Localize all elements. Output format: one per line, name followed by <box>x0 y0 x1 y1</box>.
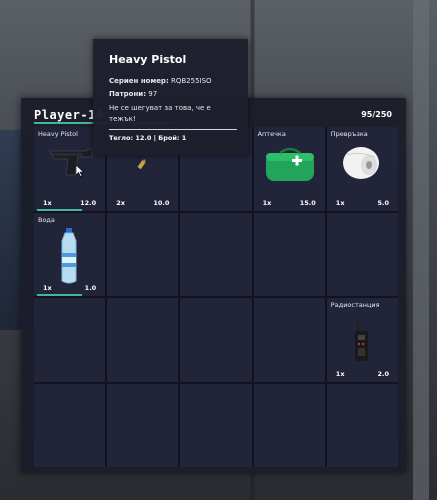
slot-weight: 2.0 <box>377 369 389 378</box>
tooltip-serial: Сериен номер: RQB255ISO <box>109 77 212 85</box>
inventory-slot-empty[interactable] <box>180 212 252 296</box>
inventory-slot-empty[interactable] <box>34 383 106 467</box>
radio-icon <box>354 322 368 361</box>
inventory-slot-empty[interactable] <box>180 383 252 467</box>
tooltip-ammo-value: 97 <box>148 90 158 98</box>
slot-weight: 15.0 <box>299 198 316 207</box>
slot-count: 2x <box>116 198 125 207</box>
tooltip-serial-value: RQB255ISO <box>170 77 212 85</box>
tooltip-ammo-label: Патрони: <box>109 90 146 98</box>
slot-durability-bar <box>37 208 82 211</box>
tooltip-serial-label: Сериен номер: <box>109 77 169 85</box>
water-bottle-icon <box>61 227 77 283</box>
slot-label: Вода <box>38 215 55 224</box>
pistol-icon <box>49 148 93 176</box>
tooltip-divider <box>109 129 237 130</box>
medkit-icon <box>265 147 314 181</box>
slot-count: 1x <box>43 284 52 292</box>
slot-weight: 12.0 <box>80 198 97 207</box>
tooltip-title: Heavy Pistol <box>109 53 187 66</box>
mouse-cursor-icon <box>76 165 84 177</box>
slot-count: 1x <box>43 198 52 207</box>
inventory-slot-empty[interactable] <box>253 212 325 296</box>
slot-weight: 1.0 <box>84 284 97 292</box>
inventory-slot-empty[interactable] <box>180 298 252 382</box>
slot-weight: 10.0 <box>153 198 170 207</box>
inventory-slot-medkit[interactable]: Аптечка 1x 15.0 <box>253 127 325 211</box>
slot-count: 1x <box>335 369 345 378</box>
bullet-icon <box>137 159 146 170</box>
inventory-slot-bandage[interactable]: Превръзка 1x 5.0 <box>326 127 398 211</box>
inventory-slot-radio[interactable]: Радиостанция 1x 2.0 <box>326 298 398 382</box>
inventory-slot-empty[interactable] <box>253 298 325 382</box>
slot-count: 1x <box>335 198 345 207</box>
inventory-slot-empty[interactable] <box>326 383 398 467</box>
tooltip-description: Не се шегуват за това, че е тежък! <box>109 104 211 123</box>
inventory-slot-empty[interactable] <box>34 298 106 382</box>
slot-weight: 5.0 <box>377 198 389 207</box>
bandage-icon <box>342 147 379 179</box>
item-tooltip: Heavy Pistol Сериен номер: RQB255ISO Пат… <box>93 39 248 155</box>
background-pole <box>413 0 429 500</box>
tooltip-footer: Тегло: 12.0 | Брой: 1 <box>109 134 187 142</box>
inventory-slot-empty[interactable] <box>107 383 179 467</box>
slot-label: Превръзка <box>330 130 368 138</box>
inventory-capacity: 95/250 <box>361 110 392 119</box>
slot-label: Аптечка <box>257 130 286 138</box>
tooltip-ammo: Патрони: 97 <box>109 90 157 98</box>
slot-count: 1x <box>262 198 272 207</box>
slot-label: Heavy Pistol <box>38 130 78 138</box>
slot-durability-bar <box>37 294 82 296</box>
inventory-grid: Heavy Pistol 1x 12.0 2x 10.0 Аптечка 1x … <box>34 127 398 467</box>
inventory-slot-empty[interactable] <box>107 212 179 296</box>
inventory-slot-empty[interactable] <box>253 383 325 467</box>
inventory-slot-empty[interactable] <box>107 298 179 382</box>
inventory-slot-empty[interactable] <box>326 212 398 296</box>
slot-label: Радиостанция <box>330 301 380 309</box>
inventory-slot-water[interactable]: Вода 1x 1.0 <box>34 212 106 296</box>
